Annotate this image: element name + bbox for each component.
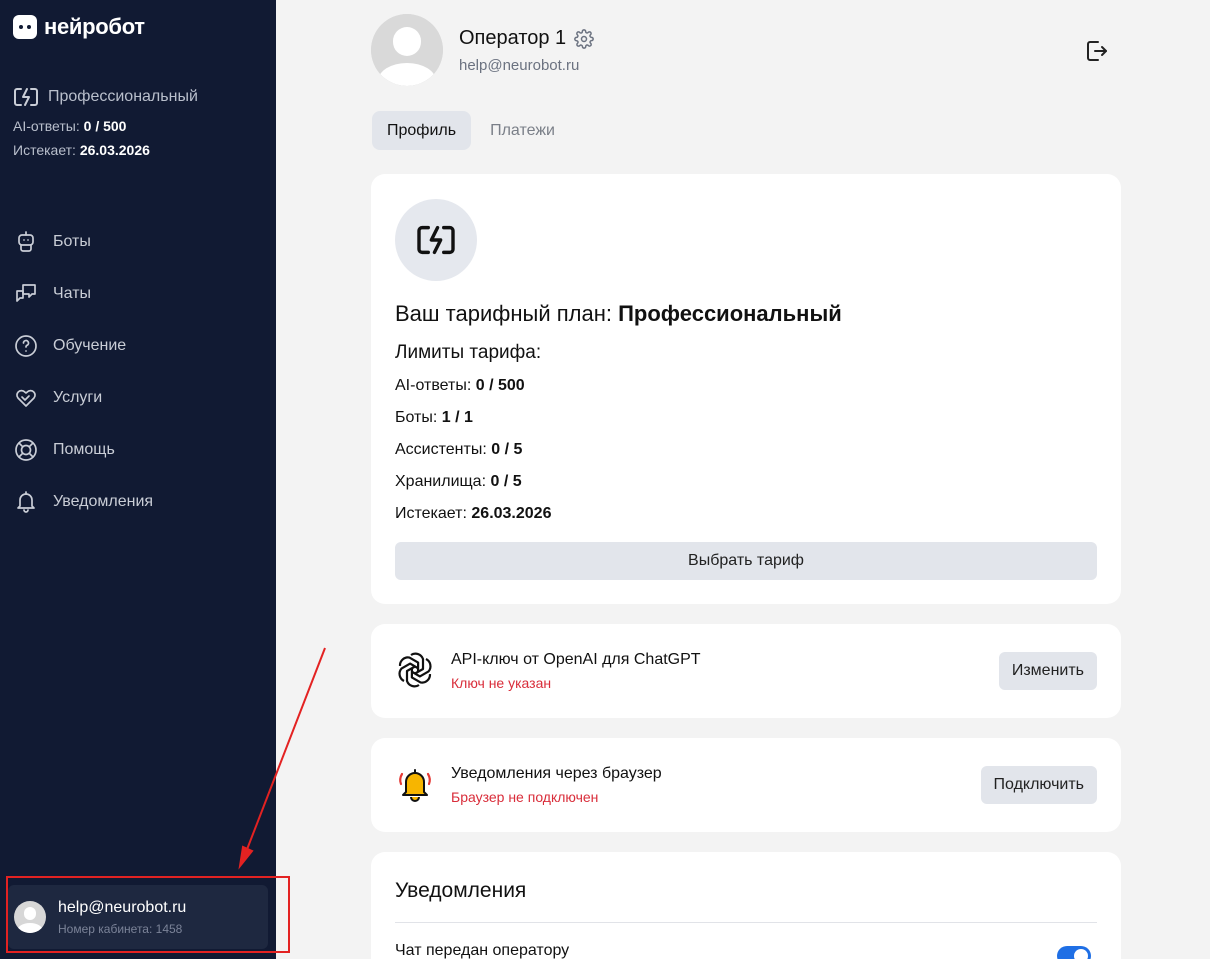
limit-label: Истекает: [395,505,467,522]
sidebar-item-label: Чаты [53,285,92,302]
openai-key-status: Ключ не указан [451,675,552,691]
ringing-bell-icon [399,769,431,802]
bolt-battery-icon [14,88,38,106]
robot-logo-icon [13,15,37,39]
limit-label: Боты: [395,409,438,426]
openai-icon [398,652,432,688]
connect-browser-button[interactable]: Подключить [980,766,1097,804]
choose-plan-button[interactable]: Выбрать тариф [395,542,1097,580]
limit-value: 0 / 5 [491,441,523,458]
notification-chat-transferred-label: Чат передан оператору [395,942,570,959]
bell-icon [17,491,35,513]
sidebar-ai-value: 0 / 500 [83,118,127,134]
profile-name: Оператор 1 [459,27,567,49]
logout-icon[interactable] [1084,38,1110,64]
limit-expires: Истекает: 26.03.2026 [395,505,551,523]
limit-label: Ассистенты: [395,441,487,458]
robot-icon [18,231,34,252]
notifications-title: Уведомления [395,879,527,902]
sidebar-item-label: Обучение [53,337,127,354]
sidebar-ai-label: AI-ответы: [13,118,80,134]
logo[interactable]: нейробот [13,14,145,40]
sidebar-expires-value: 26.03.2026 [79,142,150,158]
sidebar-item-help[interactable]: Помощь [13,424,153,476]
sidebar-plan: Профессиональный AI-ответы: 0 / 500 Исте… [13,86,198,158]
sidebar-item-chats[interactable]: Чаты [13,268,153,320]
sidebar-item-bots[interactable]: Боты [13,216,153,268]
browser-notifications-title: Уведомления через браузер [451,765,662,782]
sidebar-expires-label: Истекает: [13,142,76,158]
sidebar-plan-name: Профессиональный [48,88,198,105]
profile-avatar[interactable] [371,14,443,86]
lifebuoy-icon [15,439,37,461]
divider [395,922,1097,923]
change-key-button[interactable]: Изменить [998,652,1097,690]
openai-key-title: API-ключ от OpenAI для ChatGPT [451,651,701,668]
limit-value: 0 / 5 [490,473,522,490]
annotation-highlight-box [6,876,290,953]
sidebar-nav: Боты Чаты Обучение Услуги Помощь Уведомл… [13,216,153,528]
sidebar-item-services[interactable]: Услуги [13,372,153,424]
profile-name-row: Оператор 1 [459,27,595,50]
limit-label: AI-ответы: [395,377,472,394]
plan-title-name: Профессиональный [618,301,842,326]
plan-icon-circle [395,199,477,281]
profile-email: help@neurobot.ru [459,57,580,74]
limit-value: 0 / 500 [475,377,525,394]
question-icon [15,335,37,357]
sidebar-ai-answers: AI-ответы: 0 / 500 [13,118,198,134]
notification-chat-transferred-toggle[interactable] [1057,946,1091,959]
limit-assistants: Ассистенты: 0 / 5 [395,441,522,459]
bolt-battery-icon [417,225,455,255]
tab-payments[interactable]: Платежи [475,111,570,150]
limit-value: 26.03.2026 [471,505,552,522]
sidebar-item-notifications[interactable]: Уведомления [13,476,153,528]
gear-icon[interactable] [574,28,595,49]
sidebar: нейробот Профессиональный AI-ответы: 0 /… [0,0,276,959]
notifications-card: Уведомления Чат передан оператору [371,852,1121,959]
chat-icon [16,284,36,302]
sidebar-item-label: Уведомления [53,493,154,510]
limits-title: Лимиты тарифа: [395,342,542,363]
limit-label: Хранилища: [395,473,487,490]
limit-bots: Боты: 1 / 1 [395,409,473,427]
plan-title-prefix: Ваш тарифный план: [395,301,612,326]
sidebar-expires: Истекает: 26.03.2026 [13,142,198,158]
browser-notifications-card: Уведомления через браузер Браузер не под… [371,738,1121,832]
profile-tabs: Профиль Платежи [372,111,570,150]
sidebar-item-label: Помощь [53,441,115,458]
logo-text: нейробот [44,14,145,39]
plan-title: Ваш тарифный план: Профессиональный [395,301,842,327]
plan-card: Ваш тарифный план: Профессиональный Лими… [371,174,1121,604]
handshake-icon [16,389,36,407]
limit-value: 1 / 1 [441,409,473,426]
openai-key-card: API-ключ от OpenAI для ChatGPT Ключ не у… [371,624,1121,718]
tab-profile[interactable]: Профиль [372,111,472,150]
main-content: Оператор 1 help@neurobot.ru Профиль Плат… [276,0,1210,959]
browser-notifications-status: Браузер не подключен [451,789,599,805]
limit-storage: Хранилища: 0 / 5 [395,473,522,491]
sidebar-item-learning[interactable]: Обучение [13,320,153,372]
limit-ai-answers: AI-ответы: 0 / 500 [395,377,525,395]
sidebar-item-label: Боты [53,233,91,250]
sidebar-item-label: Услуги [53,389,103,406]
